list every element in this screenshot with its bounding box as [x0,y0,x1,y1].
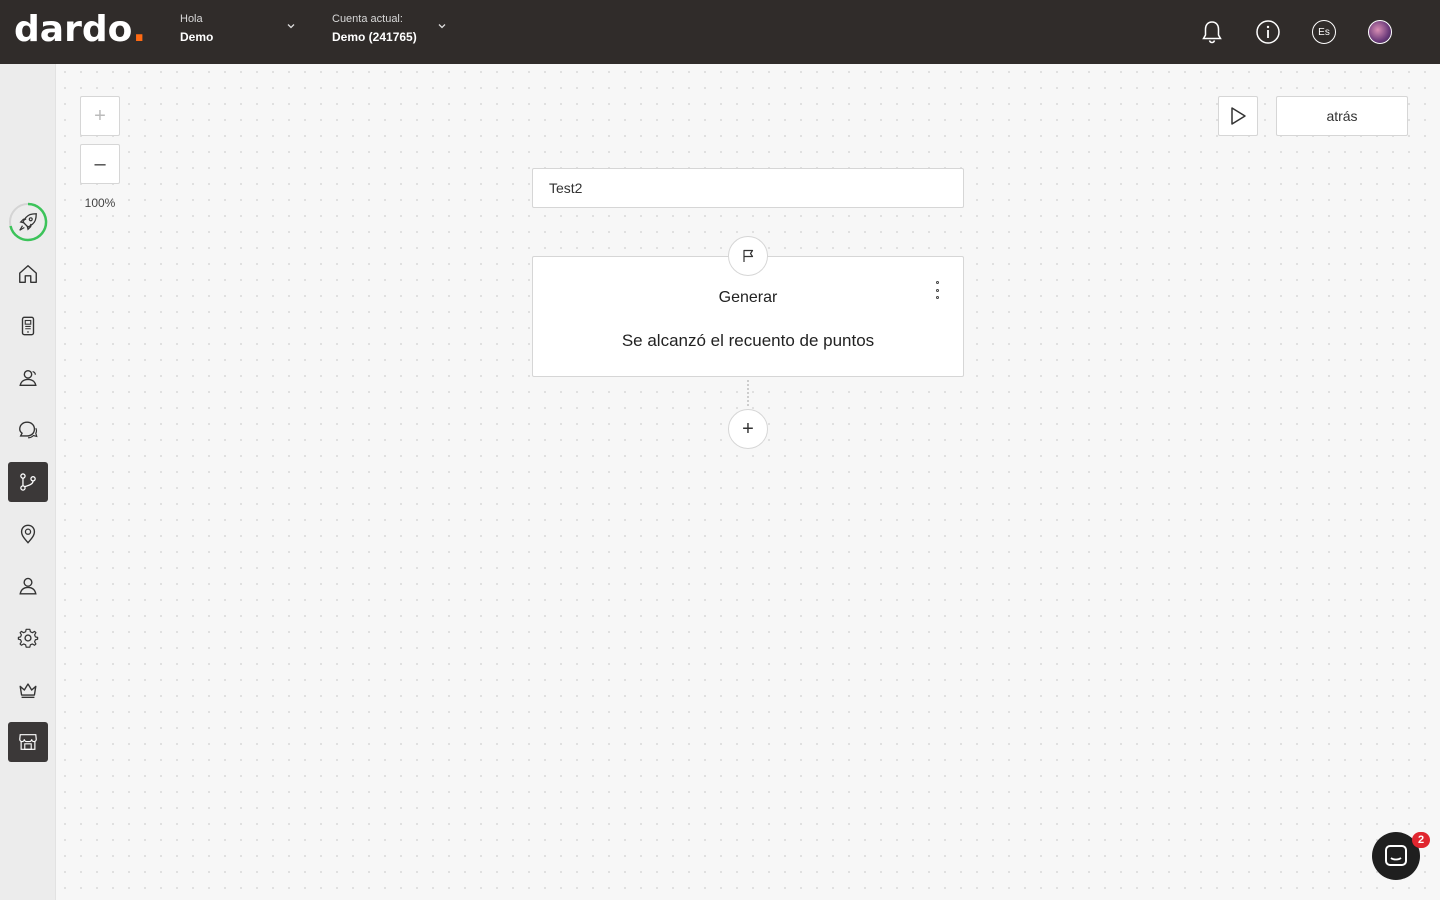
sidebar-item-getting-started[interactable] [8,202,48,242]
play-button[interactable] [1218,96,1258,136]
chevron-down-icon[interactable] [285,20,297,32]
sidebar-item-locations[interactable] [8,514,48,554]
bell-icon[interactable] [1196,16,1228,48]
sidebar-item-home[interactable] [8,254,48,294]
account-selector[interactable]: Cuenta actual: Demo (241765) [332,12,417,45]
sidebar-item-customers[interactable] [8,358,48,398]
dardo-logo[interactable]: dardo. [14,12,146,48]
chat-icon [19,421,38,439]
avatar[interactable] [1364,16,1396,48]
add-step-button[interactable]: + [728,409,768,449]
greeting-label: Hola [180,13,203,25]
rocket-icon [19,213,37,231]
node-connector [747,380,749,406]
start-flag-badge [728,236,768,276]
store-icon [19,734,37,750]
language-icon[interactable]: Es [1308,16,1340,48]
play-icon [1231,107,1246,125]
chevron-down-icon[interactable] [436,20,448,32]
avatar-image [1368,20,1392,44]
info-icon[interactable] [1252,16,1284,48]
top-bar: dardo. Hola Demo Cuenta actual: Demo (24… [0,0,1440,64]
users-icon [19,369,37,387]
flag-icon [743,249,754,262]
mobile-card-icon [21,316,35,336]
flows-icon [20,473,36,491]
user-icon [19,577,37,595]
account-label: Cuenta actual: [332,13,403,25]
home-icon [19,265,37,283]
sidebar-item-profile[interactable] [8,566,48,606]
chat-unread-badge: 2 [1412,832,1430,848]
user-greeting[interactable]: Hola Demo [180,12,213,45]
zoom-out-button[interactable]: – [80,144,120,184]
account-name: Demo (241765) [332,30,417,44]
gear-icon [17,628,39,648]
flow-name-input[interactable]: Test2 [532,168,964,208]
sidebar-item-mobile-card[interactable] [8,306,48,346]
node-menu-icon[interactable] [931,281,943,299]
user-name: Demo [180,30,214,44]
node-title: Generar [718,289,778,306]
sidebar-item-store[interactable] [8,722,48,762]
zoom-level: 100% [84,196,116,210]
back-button[interactable]: atrás [1276,96,1408,136]
crown-icon [19,683,37,699]
zoom-in-button[interactable]: + [80,96,120,136]
node-description: Se alcanzó el recuento de puntos [621,331,875,350]
sidebar-item-flows[interactable] [8,462,48,502]
sidebar-item-messages[interactable] [8,410,48,450]
language-badge: Es [1312,20,1336,44]
sidebar-item-premium[interactable] [8,670,48,710]
sidebar-item-settings[interactable] [8,618,48,658]
chat-bubble-icon [1385,845,1407,866]
location-icon [20,524,36,544]
